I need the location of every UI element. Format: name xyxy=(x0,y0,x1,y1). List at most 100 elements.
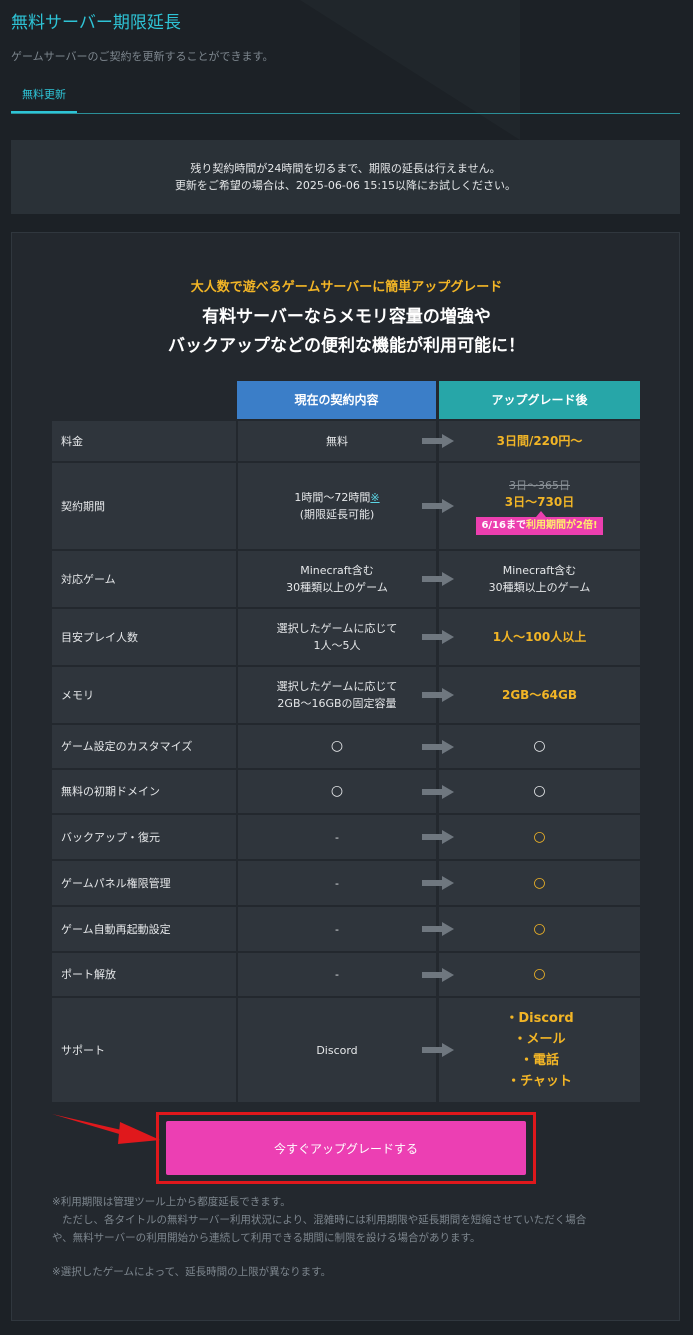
row-label: ゲーム設定のカスタマイズ xyxy=(52,725,236,768)
current-value-text: 1時間～72時間 xyxy=(294,491,371,504)
row-label: メモリ xyxy=(52,667,236,723)
current-value: ○ xyxy=(238,725,436,768)
support-item: ・Discord xyxy=(505,1011,574,1026)
table-row-supported-games: 対応ゲーム Minecraft含む 30種類以上のゲーム Minecraft含む… xyxy=(52,551,640,607)
after-line-2: 30種類以上のゲーム xyxy=(488,581,591,594)
footnote-3: や、無料サーバーの利用開始から連続して利用できる期間に制限を設ける場合があります… xyxy=(52,1232,481,1244)
row-label: 料金 xyxy=(52,421,236,461)
after-value: ○ xyxy=(439,725,640,768)
upgrade-now-button[interactable]: 今すぐアップグレードする xyxy=(166,1121,526,1175)
campaign-badge: 6/16まで利用期間が2倍! xyxy=(476,511,603,535)
after-value: 3日間/220円～ xyxy=(439,421,640,461)
column-header-after: アップグレード後 xyxy=(439,381,640,419)
row-label: 対応ゲーム xyxy=(52,551,236,607)
current-value-note: (期限延長可能) xyxy=(299,508,375,521)
after-value-text: 2GB～64GB xyxy=(501,687,578,702)
after-value-text: 1人～100人以上 xyxy=(492,629,587,644)
after-value: ○ xyxy=(439,907,640,951)
current-line-1: Minecraft含む xyxy=(300,564,374,577)
old-period: 3日～365日 xyxy=(509,479,570,492)
table-row-auto-restart: ゲーム自動再起動設定 - ○ xyxy=(52,907,640,951)
table-row-game-settings: ゲーム設定のカスタマイズ ○ ○ xyxy=(52,725,640,768)
table-row-free-domain: 無料の初期ドメイン ○ ○ xyxy=(52,770,640,813)
support-item: ・チャット xyxy=(507,1074,572,1089)
footnotes: ※利用期限は管理ツール上から都度延長できます。 ただし、各タイトルの無料サーバー… xyxy=(52,1193,642,1281)
promo-headline-1: 有料サーバーならメモリ容量の増強や xyxy=(202,307,491,327)
row-label: ポート解放 xyxy=(52,953,236,996)
after-value: ○ xyxy=(439,770,640,813)
current-value: 1時間～72時間※ (期限延長可能) xyxy=(238,463,436,549)
column-header-current: 現在の契約内容 xyxy=(237,381,436,419)
page-title: 無料サーバー期限延長 xyxy=(11,13,181,33)
after-value: Minecraft含む 30種類以上のゲーム xyxy=(439,551,640,607)
row-label: 契約期間 xyxy=(52,463,236,549)
arrow-right-icon xyxy=(422,922,456,936)
current-line-1: 選択したゲームに応じて xyxy=(276,622,398,635)
table-row-backup: バックアップ・復元 - ○ xyxy=(52,815,640,859)
current-line-2: 1人～5人 xyxy=(313,639,361,652)
row-label: 無料の初期ドメイン xyxy=(52,770,236,813)
current-value: - xyxy=(238,907,436,951)
after-value: ○ xyxy=(439,815,640,859)
after-value: ・Discord ・メール ・電話 ・チャット xyxy=(439,998,640,1102)
current-value: 選択したゲームに応じて 1人～5人 xyxy=(238,609,436,665)
table-row-panel-permissions: ゲームパネル権限管理 - ○ xyxy=(52,861,640,905)
tab-free-renewal[interactable]: 無料更新 xyxy=(11,84,77,113)
new-period: 3日～730日 xyxy=(504,495,575,509)
after-value: 2GB～64GB xyxy=(439,667,640,723)
arrow-right-icon xyxy=(422,630,456,644)
table-row-memory: メモリ 選択したゲームに応じて 2GB～16GBの固定容量 2GB～64GB xyxy=(52,667,640,723)
table-row-port-open: ポート解放 - ○ xyxy=(52,953,640,996)
page-subtitle: ゲームサーバーのご契約を更新することができます。 xyxy=(11,50,274,63)
red-pointer-arrow-icon xyxy=(52,1114,160,1144)
arrow-right-icon xyxy=(422,572,456,586)
footnote-link[interactable]: ※ xyxy=(370,491,379,504)
footnote-4: ※選択したゲームによって、延長時間の上限が異なります。 xyxy=(52,1266,332,1278)
after-value: 3日～365日 3日～730日 6/16まで利用期間が2倍! xyxy=(439,463,640,549)
table-row-player-count: 目安プレイ人数 選択したゲームに応じて 1人～5人 1人～100人以上 xyxy=(52,609,640,665)
after-value: ○ xyxy=(439,953,640,996)
current-value: - xyxy=(238,861,436,905)
after-value: ○ xyxy=(439,861,640,905)
row-label: バックアップ・復元 xyxy=(52,815,236,859)
row-label: サポート xyxy=(52,998,236,1102)
support-item: ・電話 xyxy=(519,1053,559,1068)
footnote-1: ※利用期限は管理ツール上から都度延長できます。 xyxy=(52,1196,291,1208)
after-value-text: 3日間/220円～ xyxy=(496,433,583,448)
arrow-right-icon xyxy=(422,967,456,982)
current-value: 選択したゲームに応じて 2GB～16GBの固定容量 xyxy=(238,667,436,723)
row-label: 目安プレイ人数 xyxy=(52,609,236,665)
after-value: 1人～100人以上 xyxy=(439,609,640,665)
table-row-price: 料金 無料 3日間/220円～ xyxy=(52,421,640,461)
current-value: - xyxy=(238,815,436,859)
footnote-2: ただし、各タイトルの無料サーバー利用状況により、混雑時には利用期限や延長期間を短… xyxy=(62,1214,587,1226)
tab-bar: 無料更新 xyxy=(11,84,680,114)
arrow-right-icon xyxy=(422,1043,456,1057)
badge-highlight: 利用期間が2倍! xyxy=(526,520,598,531)
current-value: Minecraft含む 30種類以上のゲーム xyxy=(238,551,436,607)
background-shape xyxy=(300,0,520,140)
promo-tagline: 大人数で遊べるゲームサーバーに簡単アップグレード xyxy=(190,280,503,295)
current-value: 無料 xyxy=(238,421,436,461)
badge-date: 6/16まで xyxy=(481,520,526,531)
arrow-right-icon xyxy=(422,434,456,448)
after-line-1: Minecraft含む xyxy=(502,564,577,577)
row-label: ゲーム自動再起動設定 xyxy=(52,907,236,951)
current-line-2: 30種類以上のゲーム xyxy=(286,581,388,594)
table-row-support: サポート Discord ・Discord ・メール ・電話 ・チャット xyxy=(52,998,640,1102)
renewal-notice: 残り契約時間が24時間を切るまで、期限の延長は行えません。 更新をご希望の場合は… xyxy=(11,140,680,214)
current-value: ○ xyxy=(238,770,436,813)
arrow-right-icon xyxy=(422,739,456,754)
arrow-right-icon xyxy=(422,688,456,702)
arrow-right-icon xyxy=(422,499,456,513)
current-value: Discord xyxy=(238,998,436,1102)
promo-headline-2: バックアップなどの便利な機能が利用可能に！ xyxy=(168,336,525,356)
current-value: - xyxy=(238,953,436,996)
current-line-1: 選択したゲームに応じて xyxy=(276,680,398,693)
arrow-right-icon xyxy=(422,784,456,799)
arrow-right-icon xyxy=(422,830,456,844)
table-row-contract-period: 契約期間 1時間～72時間※ (期限延長可能) 3日～365日 3日～730日 … xyxy=(52,463,640,549)
support-item: ・メール xyxy=(513,1032,566,1047)
notice-line-2: 更新をご希望の場合は、2025-06-06 15:15以降にお試しください。 xyxy=(174,179,517,192)
arrow-right-icon xyxy=(422,876,456,890)
